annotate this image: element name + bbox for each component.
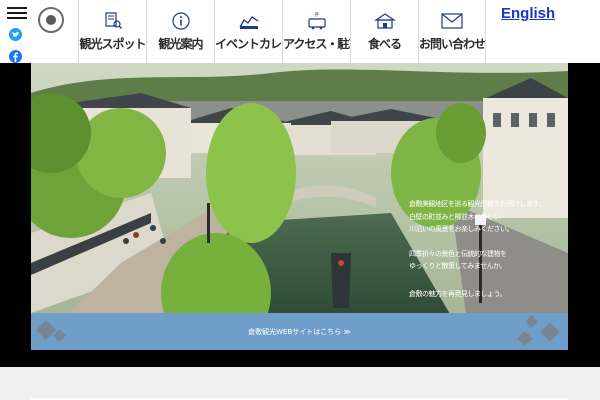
nav-label-access: アクセス・駐車場 [283, 37, 350, 51]
nav-item-calendar[interactable]: イベントカレンダー [214, 0, 282, 63]
hero-text-line: 四季折々の景色と伝統的な建物を [409, 250, 507, 258]
nav-item-info[interactable]: 観光案内 [146, 0, 214, 63]
info-icon [170, 12, 192, 30]
main-nav: 観光スポット 観光案内 イベントカレンダー P アクセス・駐車場 食べる お問い… [78, 0, 486, 63]
diamond-pattern-icon [525, 315, 538, 328]
tourism-site-banner[interactable]: 倉敷観光WEBサイトはこちら ≫ [31, 313, 568, 350]
mail-icon [441, 12, 463, 30]
nav-item-contact[interactable]: お問い合わせ [418, 0, 486, 63]
banner-link-text: 倉敷観光WEBサイトはこちら ≫ [248, 328, 351, 336]
hero-text-line: 倉敷の魅力を再発見しましょう。 [409, 290, 507, 298]
hero-text-line: 川沿いの風景をお楽しみください。 [409, 225, 514, 233]
nav-label-info: 観光案内 [158, 37, 203, 51]
bus-parking-icon: P [306, 12, 328, 30]
nav-item-food[interactable]: 食べる [350, 0, 418, 63]
hero-image: 倉敷美観地区を巡る観光情報をお届けします。 白壁の町並みと柳並木の美しい 川沿い… [31, 63, 568, 350]
nav-label-spots: 観光スポット [79, 37, 146, 51]
hero-text-line: ゆっくりと散策してみませんか。 [409, 262, 506, 270]
document-search-icon [102, 12, 124, 30]
svg-text:P: P [315, 12, 319, 19]
shop-icon [373, 12, 396, 30]
nav-label-calendar: イベントカレンダー [215, 37, 282, 51]
nav-label-food: 食べる [367, 37, 402, 51]
nav-item-access[interactable]: P アクセス・駐車場 [282, 0, 350, 63]
nav-item-spots[interactable]: 観光スポット [78, 0, 146, 63]
english-link[interactable]: English [501, 5, 555, 22]
nav-label-contact: お問い合わせ [419, 37, 485, 51]
facebook-icon[interactable] [9, 50, 22, 63]
calendar-icon [238, 12, 260, 30]
hero-text-line: 倉敷美観地区を巡る観光情報をお届けします。 [409, 200, 545, 208]
hero-text-line: 白壁の町並みと柳並木の美しい [409, 213, 501, 221]
site-logo[interactable] [38, 7, 64, 33]
menu-icon[interactable] [7, 7, 27, 19]
footer-strip [0, 367, 600, 400]
twitter-icon[interactable] [9, 28, 22, 41]
